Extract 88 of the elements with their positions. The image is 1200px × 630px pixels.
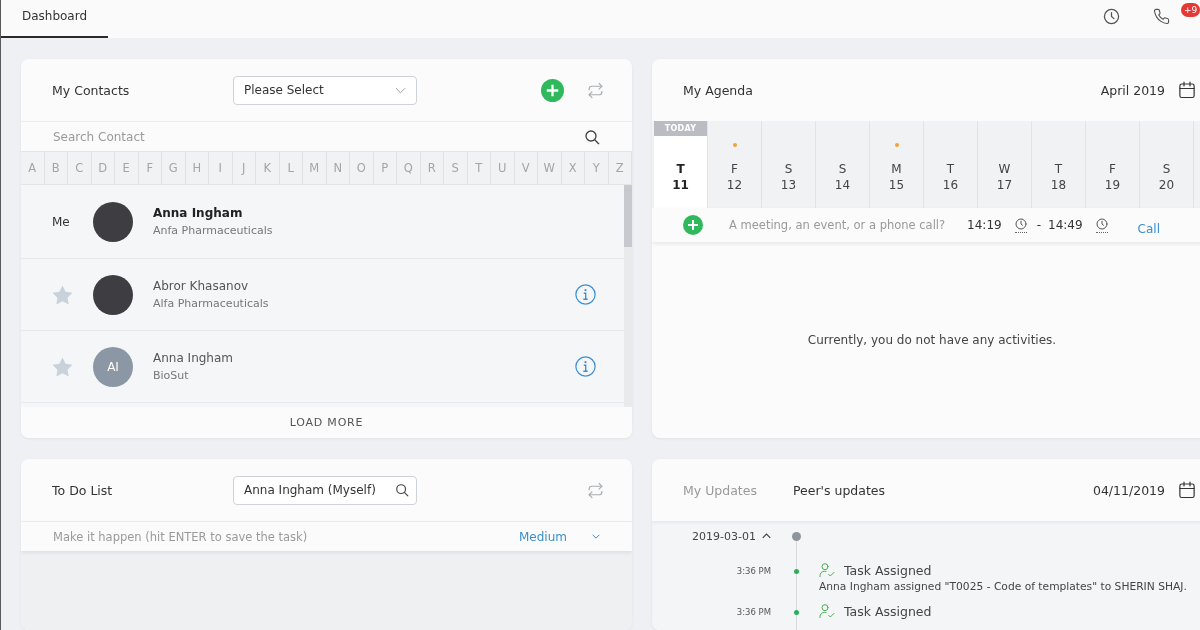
letter-filter[interactable]: C [68,152,92,184]
letter-filter[interactable]: T [467,152,491,184]
assignee-field[interactable]: Anna Ingham (Myself) [233,475,417,505]
letter-filter[interactable]: S [444,152,468,184]
event-input[interactable]: A meeting, an event, or a phone call? [729,218,968,232]
letter-filter[interactable]: A [21,152,45,184]
update-time: 3:36 PM [736,566,771,576]
event-type-button[interactable]: Call [1137,222,1160,236]
start-time-field[interactable]: 14:19 [967,218,1002,232]
contact-name[interactable]: Abror Khasanov [153,279,249,293]
add-icon[interactable] [683,215,703,235]
calendar-icon[interactable] [1178,81,1196,99]
update-text: Anna Ingham assigned "T0025 - Code of templates" to SHERIN SHAJ. [819,580,1187,593]
person-check-icon [819,562,835,578]
contact-name[interactable]: Anna Ingham [153,351,233,365]
calendar-icon[interactable] [1178,481,1196,499]
clock-icon[interactable] [1103,8,1120,25]
chevron-down-icon [395,86,406,94]
letter-filter[interactable]: W [538,152,562,184]
letter-filter[interactable]: B [44,152,68,184]
group-date: 2019-03-01 [692,529,756,543]
letter-filter[interactable]: L [279,152,303,184]
letter-filter[interactable]: Q [397,152,421,184]
star-icon[interactable] [52,284,73,305]
letter-filter[interactable]: O [350,152,374,184]
today-label: TODAY [654,121,707,136]
letter-filter[interactable]: N [326,152,350,184]
letter-filter[interactable]: U [491,152,515,184]
letter-filter[interactable]: I [209,152,233,184]
search-icon[interactable] [584,128,600,145]
day-cell[interactable]: TODAY T 11 [654,121,708,208]
company-name: BioSut [153,369,189,382]
letter-filter[interactable]: X [561,152,585,184]
caret-up-icon[interactable] [762,533,771,539]
timeline-dot-icon [793,569,799,574]
letter-filter[interactable]: K [256,152,280,184]
notification-badge: +9 [1181,3,1200,17]
updates-tab[interactable]: Peer's updates [792,482,886,498]
letter-filter[interactable]: G [162,152,186,184]
timeline-dot-icon [793,610,799,615]
letter-filter[interactable]: R [420,152,444,184]
avatar-photo [93,201,133,242]
star-icon[interactable] [52,356,73,377]
search-icon[interactable] [395,483,409,497]
avatar-photo [93,274,133,315]
letter-filter[interactable]: J [232,152,256,184]
info-icon[interactable] [575,284,596,305]
initials-avatar: AI [93,346,133,387]
letter-filter[interactable]: Y [585,152,609,184]
nav-tab[interactable]: Dashboard [1,0,108,38]
add-icon[interactable] [541,78,564,102]
card-title: To Do List [52,482,114,498]
person-check-icon [819,603,835,619]
update-title: Task Assigned [844,562,932,578]
timeline-dot-icon [791,531,801,541]
card-title: My Contacts [52,82,131,98]
load-more-button[interactable]: LOAD MORE [21,407,632,438]
letter-filter[interactable]: D [91,152,115,184]
updates-tab[interactable]: My Updates [683,482,757,498]
scrollbar-thumb[interactable] [624,185,632,247]
self-label: Me [52,214,70,229]
chevron-down-icon [592,534,600,539]
clock-icon[interactable] [1014,217,1027,233]
group-select[interactable]: Please Select [233,75,417,105]
letter-filter[interactable]: H [185,152,209,184]
update-title: Task Assigned [844,603,932,619]
letter-filter[interactable]: F [138,152,162,184]
priority-dropdown[interactable]: Medium [519,529,600,544]
date-label: 04/11/2019 [1092,482,1165,498]
time-separator: - [1036,218,1041,232]
search-field[interactable]: Search Contact [53,129,584,144]
letter-filter[interactable]: P [373,152,397,184]
new-task-field[interactable]: Make it happen (hit ENTER to save the task) [53,529,519,544]
letter-filter[interactable]: Z [608,152,632,184]
empty-message: Currently, you do not have any activities. [807,333,1057,347]
card-title: My Agenda [683,82,753,98]
clock-icon[interactable] [1095,217,1108,233]
end-time-field[interactable]: 14:49 [1048,218,1083,232]
letter-filter[interactable]: E [115,152,139,184]
info-icon[interactable] [575,356,596,377]
company-name: Alfa Pharmaceuticals [153,297,269,310]
company-name: Anfa Pharmaceuticals [153,224,273,237]
phone-icon[interactable] [1153,8,1170,25]
update-time: 3:36 PM [736,607,771,617]
letter-filter[interactable]: M [303,152,327,184]
month-label: April 2019 [1100,82,1165,98]
contact-name[interactable]: Anna Ingham [153,206,243,220]
letter-filter[interactable]: V [514,152,538,184]
